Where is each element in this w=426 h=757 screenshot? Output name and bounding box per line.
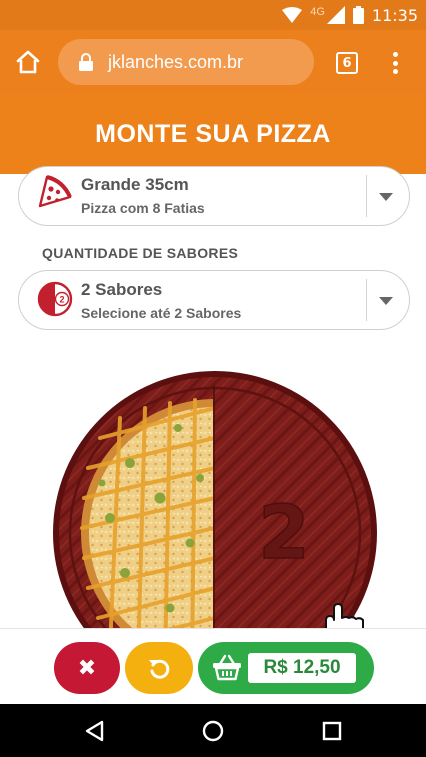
pizza-size-select[interactable]: Grande 35cm Pizza com 8 Fatias xyxy=(18,166,410,226)
page-header: MONTE SUA PIZZA xyxy=(0,94,426,174)
network-type-label: 4G xyxy=(310,6,325,18)
status-icons: 4G 11:35 xyxy=(282,5,418,25)
home-circle-icon[interactable] xyxy=(202,720,224,742)
undo-icon xyxy=(149,659,170,679)
system-navigation-bar xyxy=(0,704,426,757)
flavor-quantity-label: QUANTIDADE DE SABORES xyxy=(42,245,239,261)
page-title: MONTE SUA PIZZA xyxy=(95,119,331,148)
url-text: jklanches.com.br xyxy=(108,51,244,72)
cancel-button[interactable]: ✖ xyxy=(54,642,120,694)
action-bar: ✖ R$ 12,50 xyxy=(0,628,426,704)
home-icon[interactable] xyxy=(14,48,42,76)
lock-icon xyxy=(79,53,93,71)
recents-icon[interactable] xyxy=(322,721,342,741)
cart-price: R$ 12,50 xyxy=(248,653,356,683)
chevron-down-icon xyxy=(379,297,393,305)
flavor-quantity-select[interactable]: 2 2 Sabores Selecione até 2 Sabores xyxy=(18,270,410,330)
overflow-menu-icon[interactable] xyxy=(386,50,404,76)
pizza-builder: 2 xyxy=(0,340,426,630)
hand-pointer-icon xyxy=(325,603,364,630)
tab-switcher-button[interactable]: 6 xyxy=(336,52,358,74)
address-bar[interactable]: jklanches.com.br xyxy=(58,39,314,85)
empty-half-number: 2 xyxy=(258,490,310,576)
basket-icon xyxy=(213,654,241,681)
half-pizza-icon: 2 xyxy=(37,281,73,317)
battery-icon xyxy=(352,6,364,24)
select-divider xyxy=(366,279,367,321)
close-icon: ✖ xyxy=(77,655,97,680)
pizza-slice-icon xyxy=(38,175,72,208)
flavor-quantity-description: Selecione até 2 Sabores xyxy=(81,305,242,321)
status-clock: 11:35 xyxy=(371,5,418,25)
reset-button[interactable] xyxy=(125,642,193,694)
back-icon[interactable] xyxy=(84,720,106,742)
wifi-icon xyxy=(282,7,303,23)
status-bar: 4G 11:35 xyxy=(0,0,426,30)
flavor-quantity-value: 2 Sabores xyxy=(81,280,163,299)
pizza-board: 2 xyxy=(53,371,377,630)
pizza-size-value: Grande 35cm xyxy=(81,175,189,194)
signal-icon xyxy=(326,6,345,24)
add-to-cart-button[interactable]: R$ 12,50 xyxy=(198,642,374,694)
pizza-size-description: Pizza com 8 Fatias xyxy=(81,200,205,216)
flavor-count-icon-label: 2 xyxy=(59,295,64,305)
select-divider xyxy=(366,175,367,217)
chevron-down-icon xyxy=(379,193,393,201)
browser-toolbar: jklanches.com.br 6 xyxy=(0,30,426,94)
